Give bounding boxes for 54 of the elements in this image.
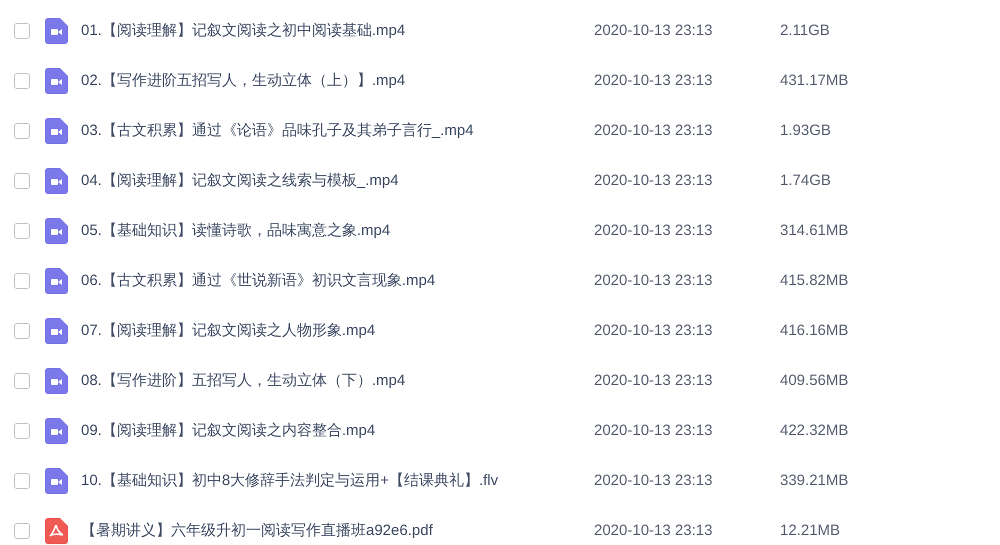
file-size: 415.82MB xyxy=(780,270,848,291)
checkbox[interactable] xyxy=(14,423,30,439)
video-file-icon xyxy=(45,218,68,244)
video-file-icon xyxy=(45,268,68,294)
file-name[interactable]: 02.【写作进阶五招写人，生动立体（上）】.mp4 xyxy=(81,70,594,92)
modified-date: 2020-10-13 23:13 xyxy=(594,320,714,341)
modified-date: 2020-10-13 23:13 xyxy=(594,20,714,41)
modified-date: 2020-10-13 23:13 xyxy=(594,120,714,141)
video-file-icon xyxy=(45,118,68,144)
modified-date: 2020-10-13 23:13 xyxy=(594,220,714,241)
file-size: 422.32MB xyxy=(780,420,848,441)
video-file-icon xyxy=(45,68,68,94)
file-size: 416.16MB xyxy=(780,320,848,341)
checkbox[interactable] xyxy=(14,523,30,539)
file-name[interactable]: 04.【阅读理解】记叙文阅读之线索与模板_.mp4 xyxy=(81,170,594,192)
file-name[interactable]: 06.【古文积累】通过《世说新语》初识文言现象.mp4 xyxy=(81,270,594,292)
checkbox[interactable] xyxy=(14,323,30,339)
file-size: 314.61MB xyxy=(780,220,848,241)
video-file-icon xyxy=(45,368,68,394)
checkbox[interactable] xyxy=(14,373,30,389)
modified-date: 2020-10-13 23:13 xyxy=(594,520,714,541)
checkbox[interactable] xyxy=(14,473,30,489)
file-name[interactable]: 08.【写作进阶】五招写人，生动立体（下）.mp4 xyxy=(81,370,594,392)
checkbox[interactable] xyxy=(14,73,30,89)
file-size: 1.74GB xyxy=(780,170,831,191)
modified-date: 2020-10-13 23:13 xyxy=(594,170,714,191)
checkbox[interactable] xyxy=(14,123,30,139)
file-name[interactable]: 10.【基础知识】初中8大修辞手法判定与运用+【结课典礼】.flv xyxy=(81,470,594,492)
file-name[interactable]: 【暑期讲义】六年级升初一阅读写作直播班a92e6.pdf xyxy=(81,520,594,542)
modified-date: 2020-10-13 23:13 xyxy=(594,420,714,441)
file-size: 2.11GB xyxy=(780,20,830,41)
checkbox[interactable] xyxy=(14,273,30,289)
file-size: 339.21MB xyxy=(780,470,848,491)
video-file-icon xyxy=(45,168,68,194)
checkbox[interactable] xyxy=(14,223,30,239)
video-file-icon xyxy=(45,418,68,444)
file-name[interactable]: 05.【基础知识】读懂诗歌，品味寓意之象.mp4 xyxy=(81,220,594,242)
video-file-icon xyxy=(45,18,68,44)
file-name[interactable]: 09.【阅读理解】记叙文阅读之内容整合.mp4 xyxy=(81,420,594,442)
file-name[interactable]: 07.【阅读理解】记叙文阅读之人物形象.mp4 xyxy=(81,320,594,342)
modified-date: 2020-10-13 23:13 xyxy=(594,370,714,391)
file-name[interactable]: 01.【阅读理解】记叙文阅读之初中阅读基础.mp4 xyxy=(81,20,594,42)
modified-date: 2020-10-13 23:13 xyxy=(594,470,714,491)
modified-date: 2020-10-13 23:13 xyxy=(594,270,714,291)
checkbox[interactable] xyxy=(14,23,30,39)
file-name[interactable]: 03.【古文积累】通过《论语》品味孔子及其弟子言行_.mp4 xyxy=(81,120,594,142)
video-file-icon xyxy=(45,468,68,494)
file-size: 431.17MB xyxy=(780,70,848,91)
checkbox[interactable] xyxy=(14,173,30,189)
video-file-icon xyxy=(45,318,68,344)
file-size: 409.56MB xyxy=(780,370,848,391)
modified-date: 2020-10-13 23:13 xyxy=(594,70,714,91)
file-size: 12.21MB xyxy=(780,520,840,541)
file-size: 1.93GB xyxy=(780,120,831,141)
